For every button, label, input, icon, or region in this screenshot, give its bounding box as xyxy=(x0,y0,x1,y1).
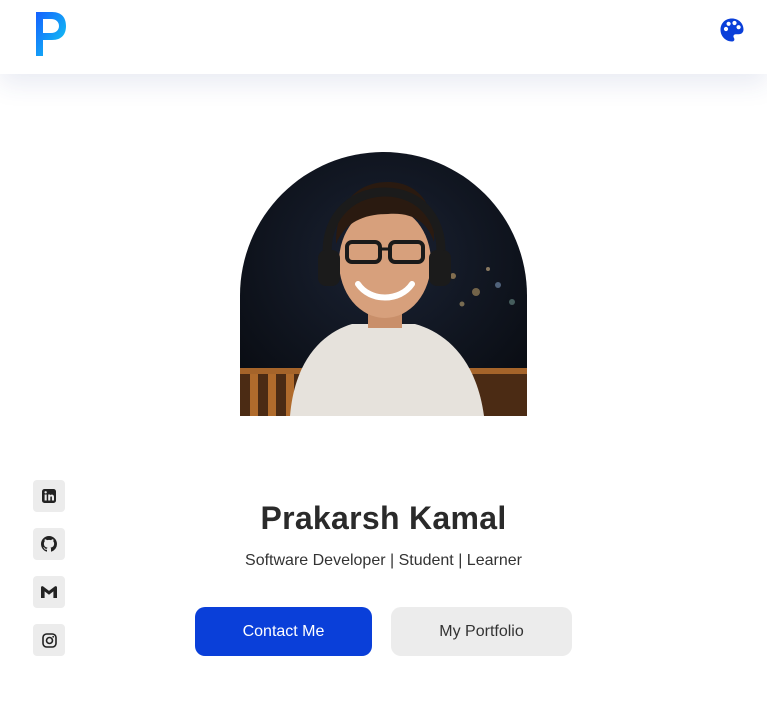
my-portfolio-button[interactable]: My Portfolio xyxy=(391,607,572,656)
profile-portrait-image xyxy=(240,152,527,416)
navbar xyxy=(0,0,767,74)
social-link-instagram[interactable] xyxy=(33,624,65,656)
instagram-icon xyxy=(41,632,57,648)
social-link-gmail[interactable] xyxy=(33,576,65,608)
logo-link[interactable] xyxy=(32,8,70,60)
logo-p-icon xyxy=(36,12,66,56)
theme-palette-button[interactable] xyxy=(718,16,746,44)
profile-name: Prakarsh Kamal xyxy=(260,500,507,536)
profile-tagline: Software Developer | Student | Learner xyxy=(245,552,522,569)
profile-photo xyxy=(240,152,527,416)
gmail-icon xyxy=(41,586,57,598)
palette-icon xyxy=(720,18,744,42)
contact-me-button[interactable]: Contact Me xyxy=(195,607,372,656)
github-icon xyxy=(41,536,57,552)
